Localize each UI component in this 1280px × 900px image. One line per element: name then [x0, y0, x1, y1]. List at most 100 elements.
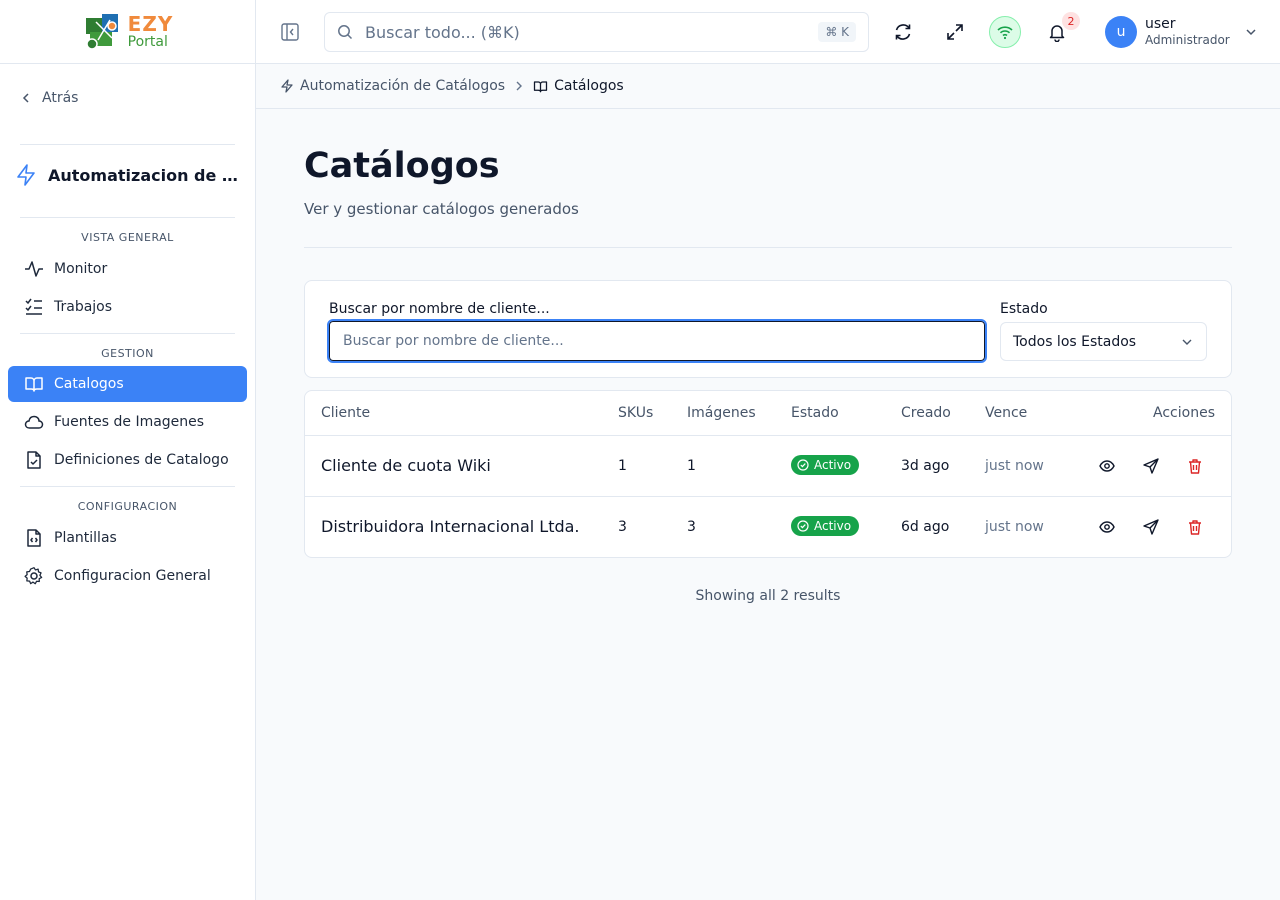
zap-icon — [281, 79, 293, 93]
divider — [20, 217, 235, 218]
column-header-estado[interactable]: Estado — [791, 405, 839, 421]
eye-icon — [1099, 460, 1115, 472]
maximize-icon — [947, 24, 963, 40]
cell-images: 3 — [687, 519, 696, 535]
sidebar-item-monitor[interactable]: Monitor — [8, 251, 247, 287]
book-open-icon — [533, 80, 548, 92]
sidebar: EZY Portal Atrás Automatizacion de Cat..… — [0, 0, 256, 900]
logo-ezy-text: EZY — [127, 12, 174, 36]
cell-expires: just now — [985, 458, 1044, 474]
global-search-placeholder: Buscar todo... (⌘K) — [365, 22, 520, 42]
refresh-button[interactable] — [892, 21, 914, 43]
send-icon — [1143, 458, 1159, 474]
breadcrumb-parent[interactable]: Automatización de Catálogos — [280, 78, 505, 94]
client-search-label: Buscar por nombre de cliente... — [329, 301, 550, 317]
column-header-cliente[interactable]: Cliente — [321, 405, 370, 421]
column-header-skus[interactable]: SKUs — [618, 405, 653, 421]
sidebar-item-label: Configuracion General — [54, 568, 211, 584]
breadcrumb: Automatización de Catálogos Catálogos — [256, 64, 1280, 109]
table-header: Cliente SKUs Imágenes Estado Creado Venc… — [305, 391, 1231, 436]
cell-created: 6d ago — [901, 519, 950, 535]
client-search-input[interactable]: Buscar por nombre de cliente... — [327, 319, 987, 363]
logo[interactable]: EZY Portal — [0, 0, 255, 64]
sidebar-toggle-button[interactable] — [280, 22, 300, 42]
list-checks-icon — [24, 297, 44, 317]
breadcrumb-current-label: Catálogos — [554, 78, 624, 94]
column-header-acciones: Acciones — [1153, 405, 1215, 421]
page-subtitle: Ver y gestionar catálogos generados — [304, 200, 579, 218]
sidebar-item-plantillas[interactable]: Plantillas — [8, 520, 247, 556]
sidebar-item-trabajos[interactable]: Trabajos — [8, 289, 247, 325]
status-label: Activo — [814, 458, 852, 472]
send-button[interactable] — [1140, 516, 1162, 538]
view-button[interactable] — [1096, 455, 1118, 477]
status-badge: Activo — [791, 455, 860, 475]
sidebar-item-label: Monitor — [54, 261, 108, 277]
file-code-icon — [24, 528, 44, 548]
table-row[interactable]: Cliente de cuota Wiki 1 1 Activo 3d ago … — [305, 436, 1231, 497]
status-badge: Activo — [791, 516, 860, 536]
cell-client: Cliente de cuota Wiki — [321, 456, 491, 475]
page-title: Catálogos — [304, 146, 500, 186]
sidebar-item-label: Catalogos — [54, 376, 124, 392]
sidebar-item-configuracion-general[interactable]: Configuracion General — [8, 558, 247, 594]
sidebar-item-label: Plantillas — [54, 530, 117, 546]
chevron-down-icon — [1246, 29, 1256, 36]
column-header-imagenes[interactable]: Imágenes — [687, 405, 756, 421]
delete-button[interactable] — [1184, 516, 1206, 538]
chevron-right-icon — [516, 81, 523, 91]
catalogs-table: Cliente SKUs Imágenes Estado Creado Venc… — [304, 390, 1232, 558]
section-label-configuracion: CONFIGURACION — [77, 500, 178, 513]
eye-icon — [1099, 521, 1115, 533]
trash-icon — [1189, 520, 1201, 535]
notifications-button[interactable]: 2 — [1046, 12, 1080, 43]
send-icon — [1143, 519, 1159, 535]
divider — [20, 144, 235, 145]
top-header: Buscar todo... (⌘K) ⌘ K 2 u user Adminis… — [256, 0, 1280, 64]
user-name: user — [1145, 16, 1176, 32]
logo-mark-icon — [85, 13, 118, 50]
book-open-icon — [24, 374, 44, 394]
sidebar-item-label: Trabajos — [54, 299, 113, 315]
wifi-icon — [997, 26, 1013, 40]
sidebar-item-label: Definiciones de Catalogo — [54, 452, 229, 468]
chevron-left-icon — [22, 93, 29, 103]
cloud-icon — [24, 412, 44, 432]
cell-expires: just now — [985, 519, 1044, 535]
table-row[interactable]: Distribuidora Internacional Ltda. 3 3 Ac… — [305, 497, 1231, 557]
client-search-placeholder: Buscar por nombre de cliente... — [343, 333, 564, 349]
sidebar-item-label: Fuentes de Imagenes — [54, 414, 205, 430]
back-link[interactable]: Atrás — [20, 90, 78, 106]
section-label-gestion: GESTION — [101, 347, 154, 360]
send-button[interactable] — [1140, 455, 1162, 477]
module-title: Automatizacion de Cat... — [48, 165, 240, 185]
status-label: Activo — [814, 519, 852, 533]
sidebar-item-fuentes-de-imagenes[interactable]: Fuentes de Imagenes — [8, 404, 247, 440]
notification-count-badge: 2 — [1062, 12, 1080, 30]
connection-status-button[interactable] — [989, 16, 1021, 48]
module-header: Automatizacion de Cat... — [16, 164, 241, 186]
cell-client: Distribuidora Internacional Ltda. — [321, 517, 580, 536]
section-label-vista-general: VISTA GENERAL — [81, 231, 174, 244]
refresh-icon — [895, 24, 911, 40]
divider — [304, 247, 1232, 248]
check-circle-icon — [797, 459, 809, 471]
fullscreen-button[interactable] — [944, 21, 966, 43]
gear-icon — [24, 566, 44, 586]
status-filter-select[interactable]: Todos los Estados — [1000, 322, 1207, 361]
view-button[interactable] — [1096, 516, 1118, 538]
cell-skus: 3 — [618, 519, 627, 535]
filters-card: Buscar por nombre de cliente... Buscar p… — [304, 280, 1232, 378]
search-icon — [338, 25, 353, 40]
sidebar-item-definiciones-de-catalogo[interactable]: Definiciones de Catalogo — [8, 442, 247, 478]
delete-button[interactable] — [1184, 455, 1206, 477]
user-menu[interactable]: u user Administrador — [1105, 16, 1258, 48]
chevron-down-icon — [1182, 339, 1192, 345]
global-search-input[interactable]: Buscar todo... (⌘K) ⌘ K — [324, 12, 869, 52]
column-header-creado[interactable]: Creado — [901, 405, 951, 421]
activity-icon — [24, 259, 44, 279]
cell-images: 1 — [687, 458, 696, 474]
column-header-vence[interactable]: Vence — [985, 405, 1027, 421]
sidebar-item-catalogos[interactable]: Catalogos — [8, 366, 247, 402]
avatar: u — [1105, 16, 1137, 48]
